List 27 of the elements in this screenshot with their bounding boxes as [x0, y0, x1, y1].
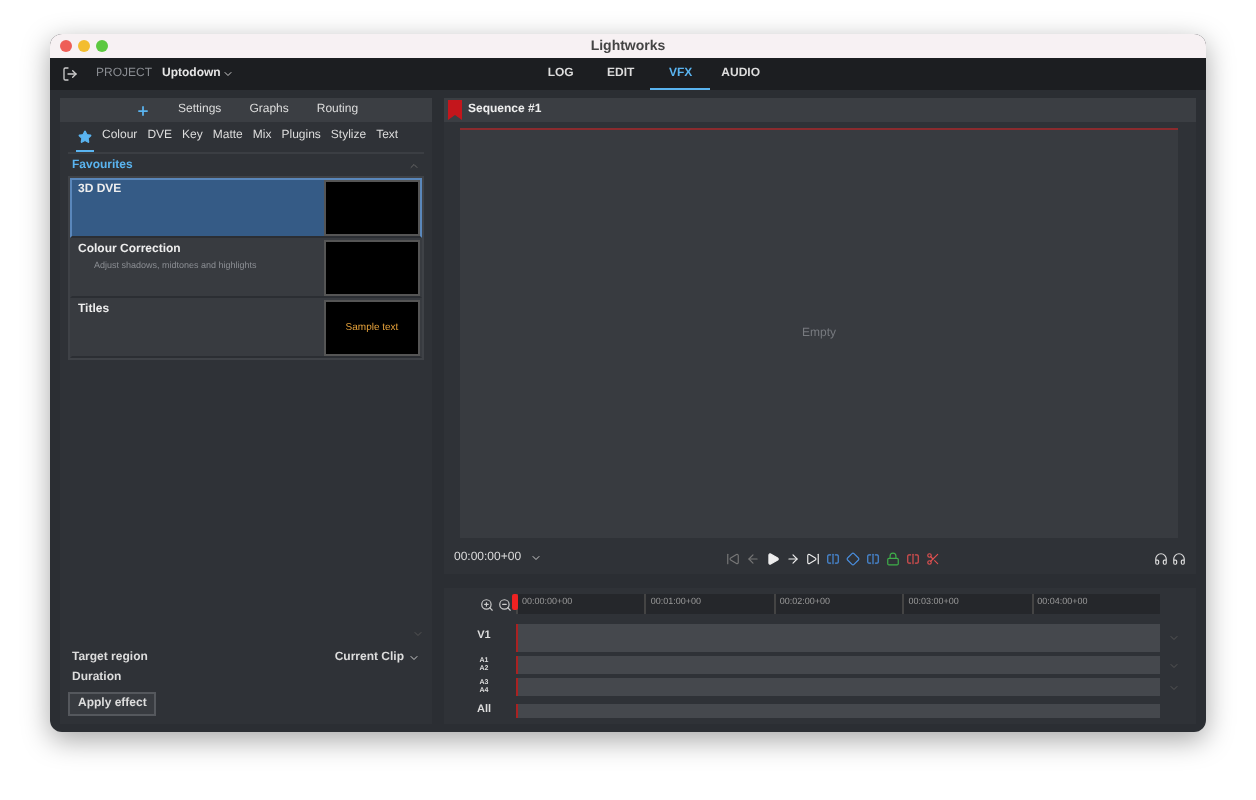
caret-icon — [529, 552, 542, 564]
step-back-icon[interactable] — [745, 551, 760, 565]
track-lane[interactable] — [516, 704, 1160, 718]
cut-icon[interactable] — [925, 551, 940, 565]
star-icon — [78, 129, 92, 143]
diamond-icon[interactable] — [845, 551, 860, 565]
collapse-icon[interactable] — [408, 160, 420, 172]
track-lane[interactable] — [516, 678, 1160, 696]
skip-back-icon[interactable] — [725, 551, 740, 565]
minimize-button[interactable] — [78, 40, 90, 53]
effect-preview — [324, 180, 420, 236]
play-icon[interactable] — [765, 551, 780, 565]
lock-icon[interactable] — [885, 551, 900, 565]
close-button[interactable] — [60, 40, 72, 53]
track-lane[interactable] — [516, 656, 1160, 674]
bookmark-icon — [448, 100, 462, 120]
zoom-button[interactable] — [96, 40, 108, 53]
exit-icon[interactable] — [62, 66, 78, 83]
track-lane[interactable] — [516, 624, 1160, 652]
step-forward-icon[interactable] — [785, 551, 800, 565]
caret-icon — [222, 68, 235, 81]
add-icon[interactable] — [136, 103, 150, 117]
zoom-out-icon[interactable] — [498, 597, 512, 611]
skip-forward-icon[interactable] — [805, 551, 820, 565]
caret-icon — [408, 652, 420, 664]
effect-preview — [324, 240, 420, 296]
zoom-in-icon[interactable] — [480, 597, 494, 611]
